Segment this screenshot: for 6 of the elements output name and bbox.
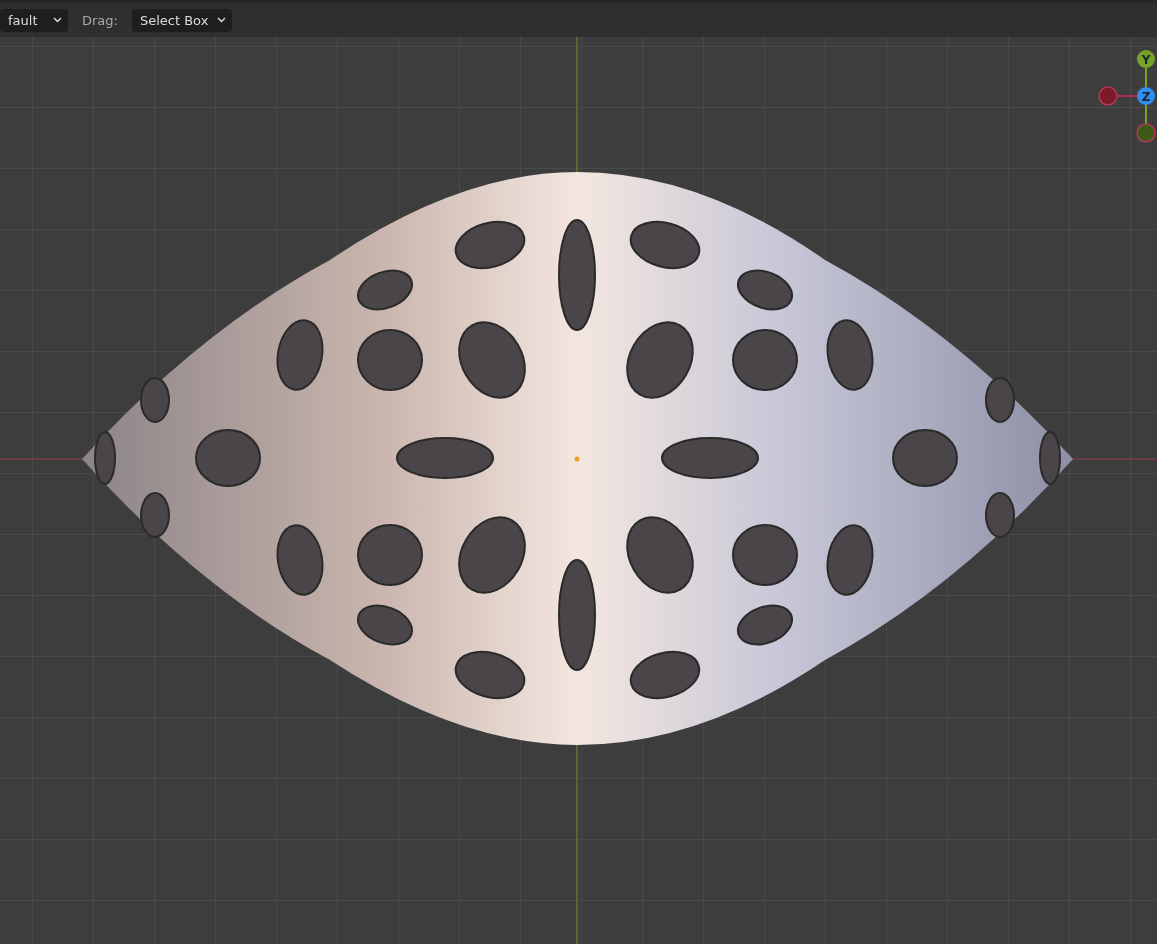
mode-dropdown[interactable]: fault (0, 8, 68, 32)
gizmo-axis-button[interactable]: Z (1137, 87, 1155, 105)
select-box-dropdown[interactable]: Select Box (131, 8, 232, 32)
drag-label: Drag: (82, 12, 118, 28)
viewport[interactable]: Y Z (0, 37, 1157, 944)
gizmo-axis-button[interactable]: Y (1137, 50, 1155, 68)
